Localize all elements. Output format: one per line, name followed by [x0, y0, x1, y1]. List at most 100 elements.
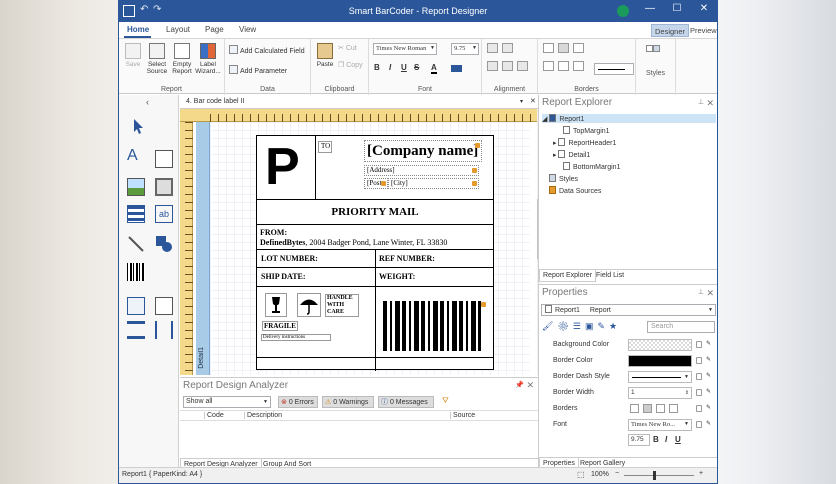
- background-color-value[interactable]: [628, 339, 692, 351]
- font-size-select[interactable]: 9.75 ▼: [451, 43, 479, 55]
- reset-icon[interactable]: [696, 341, 702, 348]
- description-column[interactable]: Description: [244, 412, 282, 419]
- reset-icon[interactable]: [696, 373, 702, 380]
- picture-box-icon[interactable]: [127, 178, 145, 196]
- messages-toggle[interactable]: ⓘ 0 Messages: [378, 396, 434, 408]
- border-left-icon[interactable]: [656, 404, 665, 413]
- edit-icon[interactable]: ✎: [706, 420, 711, 427]
- strikethrough-button[interactable]: S: [414, 63, 419, 72]
- edit-icon[interactable]: ✎: [706, 340, 711, 347]
- tab-field-list[interactable]: Field List: [593, 270, 627, 281]
- wrench-icon[interactable]: ✎: [597, 321, 609, 331]
- tab-page[interactable]: Page: [205, 25, 224, 34]
- reset-icon[interactable]: [696, 389, 702, 396]
- object-selector[interactable]: Report1 Report ▼: [541, 304, 716, 316]
- design-canvas[interactable]: P TO [Company name] [Address] [Post [Cit…: [210, 122, 530, 375]
- reset-icon[interactable]: [696, 357, 702, 364]
- paste-button[interactable]: Paste: [312, 41, 338, 68]
- tree-item-bottommargin1[interactable]: BottomMargin1: [563, 162, 620, 171]
- label-wizard-button[interactable]: Label Wizard...: [195, 41, 221, 75]
- handle-with-care-label[interactable]: HANDLE WITH CARE: [325, 294, 359, 317]
- border-right-icon[interactable]: [573, 61, 584, 71]
- rich-text-icon[interactable]: [155, 150, 173, 168]
- from-address[interactable]: DefinedBytes, 2004 Badger Pond, Lane Win…: [260, 238, 447, 247]
- star-icon[interactable]: ★: [609, 321, 621, 331]
- ship-date-label[interactable]: SHIP DATE:: [261, 272, 306, 281]
- zoom-in-icon[interactable]: +: [699, 470, 703, 477]
- pin-icon[interactable]: ⊥: [698, 95, 704, 111]
- close-icon[interactable]: ✕: [526, 378, 534, 393]
- avatar[interactable]: [617, 5, 629, 17]
- designer-surface[interactable]: Detail1 P TO [Company name] [Address] [P…: [180, 109, 537, 375]
- border-width-value[interactable]: 1 ⇕: [628, 387, 692, 399]
- barcode[interactable]: [383, 301, 481, 351]
- zoom-slider[interactable]: [624, 475, 694, 476]
- umbrella-icon[interactable]: [297, 293, 321, 317]
- line-icon[interactable]: [127, 235, 145, 253]
- ref-number-label[interactable]: REF NUMBER:: [379, 254, 435, 263]
- align-top-center-icon[interactable]: [502, 43, 513, 53]
- label-tool-icon[interactable]: A: [127, 147, 145, 165]
- edit-icon[interactable]: ✎: [706, 388, 711, 395]
- border-all-icon[interactable]: [558, 43, 569, 53]
- edit-icon[interactable]: ✎: [706, 356, 711, 363]
- tab-report-explorer[interactable]: Report Explorer: [539, 270, 597, 282]
- from-label[interactable]: FROM:: [260, 228, 287, 237]
- border-color-value[interactable]: [628, 355, 692, 367]
- font-size-value[interactable]: 9.75: [628, 434, 650, 446]
- delivery-instructions-label[interactable]: Delivery instructions: [261, 334, 331, 341]
- add-calculated-field-button[interactable]: Add Calculated Field: [229, 45, 305, 55]
- border-dash-style-value[interactable]: ▼: [628, 371, 692, 383]
- priority-mail-label[interactable]: PRIORITY MAIL: [257, 206, 493, 218]
- fragile-label[interactable]: FRAGILE: [262, 321, 298, 331]
- tree-item-report1[interactable]: ◢ Report1: [542, 114, 716, 123]
- close-icon[interactable]: ✕: [706, 95, 714, 111]
- italic-icon[interactable]: I: [665, 435, 667, 444]
- border-left-icon[interactable]: [573, 43, 584, 53]
- border-bottom-icon[interactable]: [558, 61, 569, 71]
- character-comb-icon[interactable]: ab: [155, 205, 173, 223]
- lot-number-label[interactable]: LOT NUMBER:: [261, 254, 318, 263]
- edit-icon[interactable]: ✎: [706, 372, 711, 379]
- collapse-toolbox-icon[interactable]: ‹: [146, 97, 149, 107]
- subreport-icon[interactable]: [127, 297, 145, 315]
- pin-icon[interactable]: 📌: [515, 378, 524, 393]
- table-icon[interactable]: [127, 205, 145, 223]
- italic-button[interactable]: I: [389, 63, 391, 72]
- source-column[interactable]: Source: [450, 412, 475, 419]
- pin-icon[interactable]: ⊥: [698, 285, 704, 301]
- underline-button[interactable]: U: [401, 63, 407, 72]
- border-width-select[interactable]: [594, 63, 634, 75]
- analyzer-filter-select[interactable]: Show all ▼: [183, 396, 271, 408]
- align-left-icon[interactable]: [487, 61, 498, 71]
- designer-tab[interactable]: Designer: [651, 24, 690, 37]
- border-all-icon[interactable]: [643, 404, 652, 413]
- warnings-toggle[interactable]: ⚠ 0 Warnings: [322, 396, 374, 408]
- errors-toggle[interactable]: ⊗ 0 Errors: [278, 396, 318, 408]
- tab-layout[interactable]: Layout: [166, 25, 190, 34]
- fragile-glass-icon[interactable]: [265, 293, 287, 317]
- clear-filter-icon[interactable]: ⛛: [442, 396, 449, 406]
- cross-band-icon[interactable]: [155, 321, 173, 339]
- border-none-icon[interactable]: [630, 404, 639, 413]
- styles-gallery-icon[interactable]: [646, 45, 662, 61]
- underline-icon[interactable]: U: [675, 435, 681, 444]
- tree-item-topmargin1[interactable]: TopMargin1: [563, 126, 610, 135]
- zoom-out-icon[interactable]: −: [615, 470, 619, 477]
- highlight-color-button[interactable]: [451, 65, 462, 72]
- code-column[interactable]: Code: [204, 412, 224, 419]
- pointer-icon[interactable]: [129, 117, 147, 135]
- bold-icon[interactable]: B: [653, 435, 659, 444]
- city-field[interactable]: [City]: [388, 178, 479, 189]
- font-color-button[interactable]: A: [431, 63, 437, 74]
- align-center-icon[interactable]: [502, 61, 513, 71]
- border-top-icon[interactable]: [669, 404, 678, 413]
- tab-home[interactable]: Home: [127, 25, 149, 34]
- border-none-icon[interactable]: [543, 43, 554, 53]
- bold-button[interactable]: B: [374, 63, 380, 72]
- reset-icon[interactable]: [696, 421, 702, 428]
- address-field[interactable]: [Address]: [364, 165, 479, 176]
- font-family-select[interactable]: Times New Roman ▼: [373, 43, 437, 55]
- shape-icon[interactable]: [155, 235, 173, 253]
- close-tab-icon[interactable]: ✕: [530, 95, 536, 109]
